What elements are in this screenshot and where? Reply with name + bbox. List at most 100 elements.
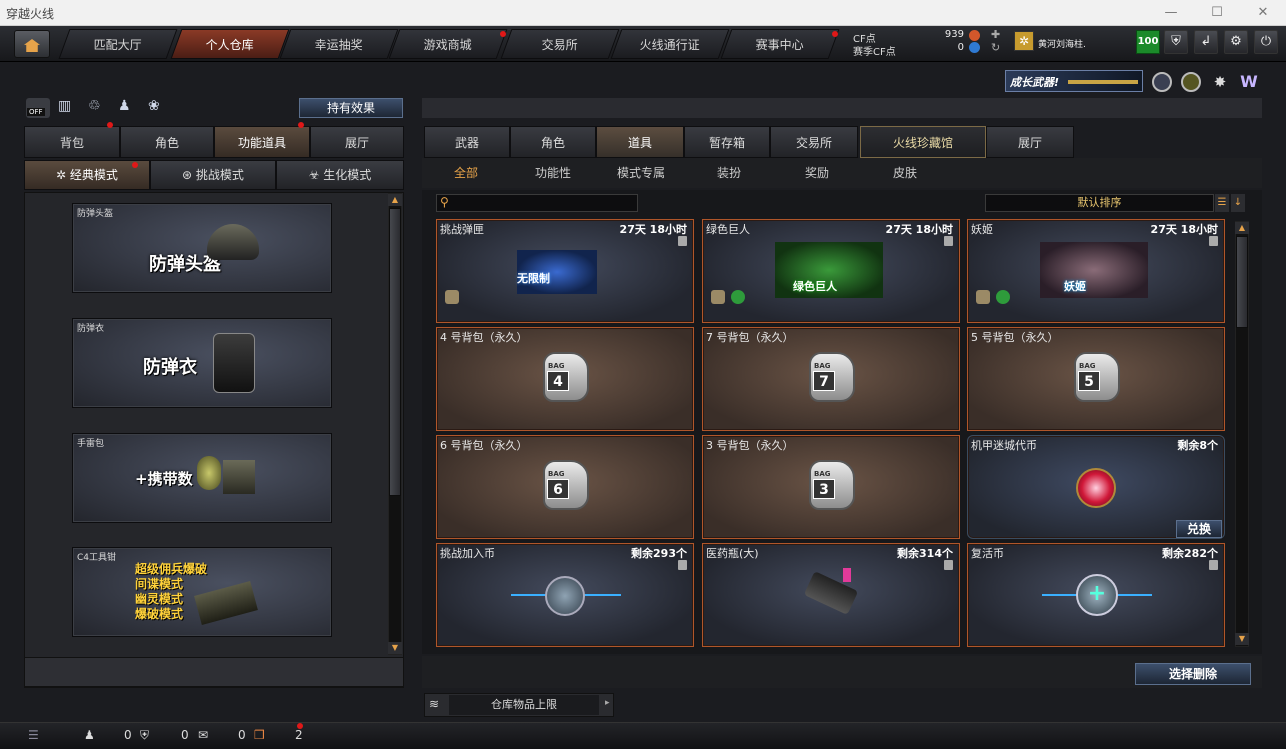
chat-icon[interactable]: ✉ bbox=[198, 728, 208, 742]
trash-icon[interactable] bbox=[944, 560, 953, 570]
grenade-icon[interactable]: ✸ bbox=[1210, 72, 1230, 92]
green-giant-art: 绿色巨人 bbox=[775, 242, 883, 298]
item-card[interactable]: 复活币 剩余282个 + bbox=[967, 543, 1225, 647]
held-effects-button[interactable]: 持有效果 bbox=[299, 98, 403, 118]
item-duration: 27天 18小时 bbox=[619, 223, 687, 236]
left-tab-character[interactable]: 角色 bbox=[120, 126, 214, 158]
cf-value: 939 bbox=[944, 29, 964, 40]
scroll-down-icon[interactable]: ▼ bbox=[388, 642, 402, 654]
trash-icon[interactable] bbox=[678, 560, 687, 570]
backpack-icon: BAG 3 bbox=[809, 460, 855, 510]
item-card[interactable]: 4 号背包（永久） BAG 4 bbox=[436, 327, 694, 431]
exchange-button[interactable]: 兑换 bbox=[1176, 520, 1222, 538]
growth-weapon-banner[interactable]: 成长武器! bbox=[1005, 70, 1143, 92]
item-remaining: 剩余314个 bbox=[897, 547, 953, 560]
tab-lucky-draw[interactable]: 幸运抽奖 bbox=[279, 29, 399, 59]
tab-weapons[interactable]: 武器 bbox=[424, 126, 510, 158]
tab-exchange-house[interactable]: 交易所 bbox=[770, 126, 858, 158]
left-tab-function-items[interactable]: 功能道具 bbox=[214, 126, 310, 158]
search-box[interactable]: ⚲ bbox=[436, 194, 638, 212]
soldier-icon[interactable]: ♟ bbox=[118, 98, 138, 116]
tab-exchange[interactable]: 交易所 bbox=[500, 29, 620, 59]
tab-characters[interactable]: 角色 bbox=[510, 126, 596, 158]
clan-icon[interactable]: ⛨ bbox=[140, 728, 149, 743]
refresh-icon[interactable]: ↻ bbox=[991, 41, 1000, 54]
shield-icon[interactable]: ⛨ bbox=[1164, 30, 1188, 54]
select-delete-button[interactable]: 选择删除 bbox=[1135, 663, 1251, 685]
tab-event-center[interactable]: 赛事中心 bbox=[720, 29, 840, 59]
card-helmet[interactable]: 防弹头盔 防弹头盔 bbox=[72, 203, 332, 293]
item-card[interactable]: 7 号背包（永久） BAG 7 bbox=[702, 327, 960, 431]
target-icon[interactable] bbox=[1181, 72, 1201, 92]
card-vest[interactable]: 防弹衣 防弹衣 bbox=[72, 318, 332, 408]
w-icon[interactable]: W bbox=[1238, 72, 1260, 92]
menu-icon[interactable]: ☰ bbox=[28, 728, 39, 742]
recycle-icon[interactable]: ♲ bbox=[88, 98, 108, 116]
item-card[interactable]: 妖姬 27天 18小时 妖姬 bbox=[967, 219, 1225, 323]
token-icon bbox=[1076, 468, 1116, 508]
item-card[interactable]: 3 号背包（永久） BAG 3 bbox=[702, 435, 960, 539]
home-button[interactable] bbox=[14, 30, 50, 58]
event-coin-icon bbox=[969, 42, 980, 53]
tab-battle-pass[interactable]: 火线通行证 bbox=[610, 29, 730, 59]
challenge-icon: ⊛ bbox=[182, 168, 196, 182]
sort-order-icon[interactable]: ↓ bbox=[1231, 194, 1245, 212]
tab-game-shop[interactable]: 游戏商城 bbox=[388, 29, 508, 59]
tab-collection-hall[interactable]: 火线珍藏馆 bbox=[860, 126, 986, 158]
item-card[interactable]: 5 号背包（永久） BAG 5 bbox=[967, 327, 1225, 431]
gear-icon[interactable]: ⚙ bbox=[1224, 30, 1248, 54]
maximize-icon[interactable]: ☐ bbox=[1194, 0, 1240, 26]
biohazard-icon bbox=[996, 290, 1010, 304]
pet-icon[interactable]: ❀ bbox=[148, 98, 168, 116]
subtab-mode-exclusive[interactable]: 模式专属 bbox=[617, 164, 665, 181]
mode-challenge[interactable]: ⊛ 挑战模式 bbox=[150, 160, 276, 190]
tab-personal-warehouse[interactable]: 个人仓库 bbox=[170, 29, 290, 59]
scroll-up-icon[interactable]: ▲ bbox=[388, 194, 402, 206]
item-card[interactable]: 绿色巨人 27天 18小时 绿色巨人 bbox=[702, 219, 960, 323]
trash-icon[interactable] bbox=[1209, 560, 1218, 570]
subtab-all[interactable]: 全部 bbox=[454, 164, 478, 181]
search-input[interactable] bbox=[455, 196, 633, 210]
item-card[interactable]: 医药瓶(大) 剩余314个 bbox=[702, 543, 960, 647]
scroll-up-icon[interactable]: ▲ bbox=[1235, 222, 1249, 234]
capacity-bar[interactable]: ≋ 仓库物品上限 ▸ bbox=[424, 693, 614, 717]
tab-display[interactable]: 展厅 bbox=[986, 126, 1074, 158]
right-scroll-thumb[interactable] bbox=[1236, 236, 1248, 328]
tab-items[interactable]: 道具 bbox=[596, 126, 684, 158]
subtab-functional[interactable]: 功能性 bbox=[535, 164, 571, 181]
trash-icon[interactable] bbox=[944, 236, 953, 246]
item-card[interactable]: 机甲迷城代币 剩余8个 兑换 bbox=[967, 435, 1225, 539]
tab-temp-box[interactable]: 暂存箱 bbox=[684, 126, 770, 158]
power-icon[interactable]: ⏻ bbox=[1254, 30, 1278, 54]
badge-icon[interactable] bbox=[1152, 72, 1172, 92]
scroll-down-icon[interactable]: ▼ bbox=[1235, 633, 1249, 645]
minimize-icon[interactable]: — bbox=[1148, 0, 1194, 26]
friends-icon[interactable]: ♟ bbox=[84, 728, 95, 742]
capacity-label: 仓库物品上限 bbox=[449, 695, 599, 715]
item-card[interactable]: 挑战加入币 剩余293个 bbox=[436, 543, 694, 647]
card-c4-pliers[interactable]: C4工具钳 超级佣兵爆破 间谍模式 幽灵模式 爆破模式 bbox=[72, 547, 332, 637]
card-grenade-pack[interactable]: 手雷包 +携带数 bbox=[72, 433, 332, 523]
shield-icon bbox=[976, 290, 990, 304]
off-toggle[interactable]: OFF bbox=[26, 98, 50, 118]
tab-match-lobby[interactable]: 匹配大厅 bbox=[58, 29, 178, 59]
gift-icon[interactable]: ❒ bbox=[254, 728, 265, 742]
stats-icon[interactable]: ▥ bbox=[58, 98, 78, 116]
trash-icon[interactable] bbox=[1209, 236, 1218, 246]
trash-icon[interactable] bbox=[678, 236, 687, 246]
close-icon[interactable]: ✕ bbox=[1240, 0, 1286, 26]
exit-icon[interactable]: ↲ bbox=[1194, 30, 1218, 54]
left-scroll-thumb[interactable] bbox=[389, 208, 401, 496]
add-icon[interactable]: ✚ bbox=[991, 28, 1000, 41]
left-tab-showroom[interactable]: 展厅 bbox=[310, 126, 404, 158]
subtab-outfit[interactable]: 装扮 bbox=[717, 164, 741, 181]
item-card[interactable]: 6 号背包（永久） BAG 6 bbox=[436, 435, 694, 539]
sort-dropdown[interactable]: 默认排序 bbox=[985, 194, 1214, 212]
gift-count: 2 bbox=[295, 728, 303, 742]
item-card[interactable]: 挑战弹匣 27天 18小时 无限制 bbox=[436, 219, 694, 323]
list-view-icon[interactable]: ☰ bbox=[1215, 194, 1229, 212]
subtab-skin[interactable]: 皮肤 bbox=[893, 164, 917, 181]
subtab-reward[interactable]: 奖励 bbox=[805, 164, 829, 181]
mode-mutation[interactable]: ☣ 生化模式 bbox=[276, 160, 404, 190]
left-tab-backpack[interactable]: 背包 bbox=[24, 126, 120, 158]
